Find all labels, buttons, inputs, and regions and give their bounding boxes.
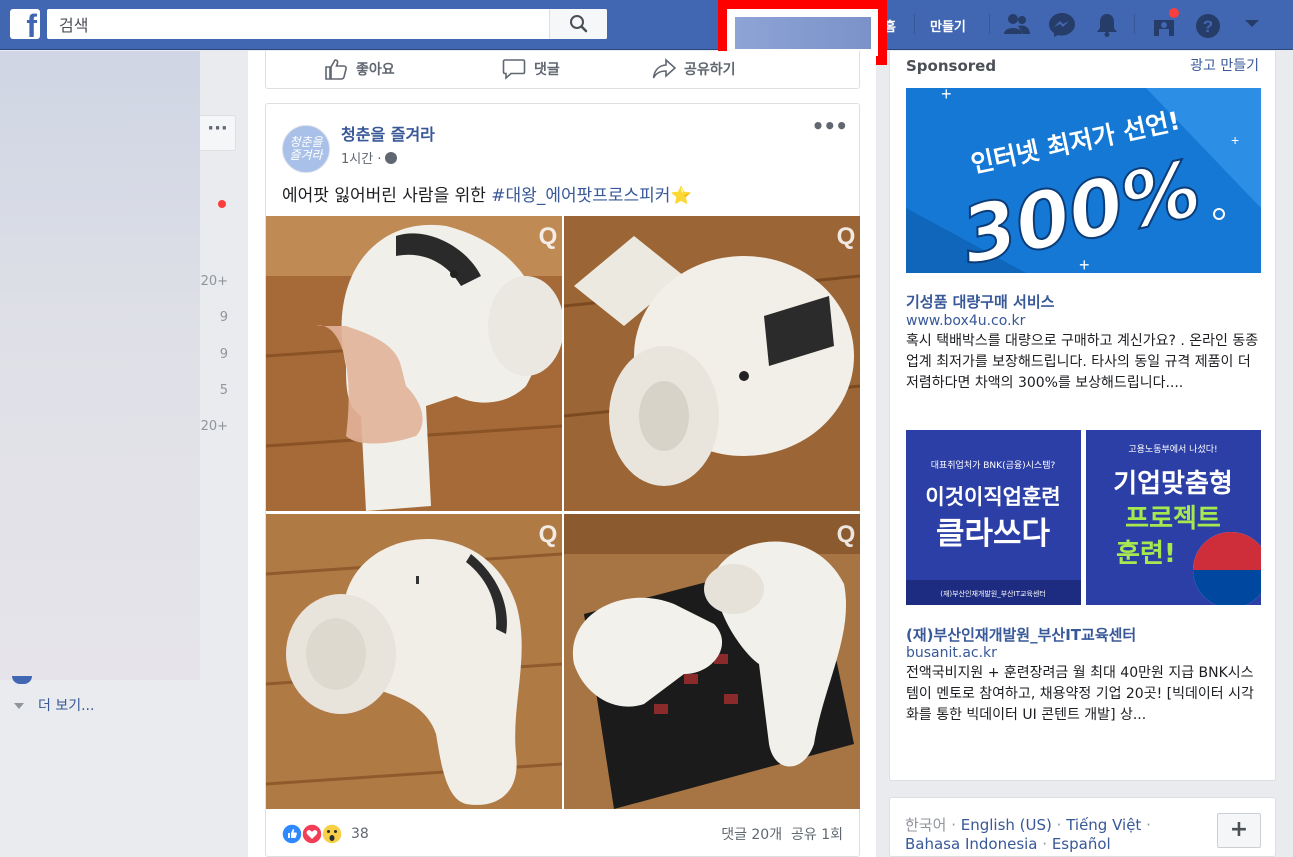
public-globe-icon xyxy=(385,152,398,164)
sponsored-sidebar: Sponsored 광고 만들기 + + + 인터넷 최저가 선언! 300% … xyxy=(889,51,1276,781)
sponsored-heading: Sponsored xyxy=(906,57,997,75)
current-language: 한국어 xyxy=(905,816,947,834)
left-nav-unread-dot xyxy=(218,200,226,208)
ad2a-bottom-text: (재)부산인재개발원_부산IT교육센터 xyxy=(940,589,1045,598)
post-hashtag-link[interactable]: #대왕_에어팟프로스피커 xyxy=(491,186,670,206)
nav-divider xyxy=(1134,14,1135,34)
search-input[interactable]: 검색 xyxy=(47,9,607,39)
ad2b-line3: 훈련! xyxy=(1116,539,1176,569)
messenger-icon[interactable] xyxy=(1048,12,1076,38)
like-button[interactable]: 좋아요 xyxy=(324,51,395,87)
ad2a-top-text: 대표취업처가 BNK(금융)시스템? xyxy=(931,459,1056,471)
language-line-1: 한국어 · English (US) · Tiếng Việt · xyxy=(905,816,1151,834)
ad1-image[interactable]: + + + 인터넷 최저가 선언! 300% xyxy=(906,88,1261,273)
ad2-description[interactable]: 전액국비지원 + 훈련장려금 월 최대 40만원 지급 BNK시스템이 멘토로 … xyxy=(906,663,1263,726)
star-emoji: ⭐ xyxy=(670,186,692,206)
svg-text:+: + xyxy=(1231,132,1239,148)
friend-requests-icon[interactable] xyxy=(1003,12,1031,36)
like-label: 좋아요 xyxy=(356,62,395,78)
svg-text:Q: Q xyxy=(539,223,558,250)
ad2b-top-text: 고용노동부에서 나섰다! xyxy=(1128,444,1217,455)
reaction-icons xyxy=(282,823,343,845)
left-nav-more-options-button[interactable]: ··· xyxy=(200,115,236,151)
left-nav-count: 9 xyxy=(219,347,228,362)
left-nav-count: 20+ xyxy=(200,274,228,289)
post-body-text: 에어팟 잃어버린 사람을 위한 #대왕_에어팟프로스피커⭐ xyxy=(282,181,692,206)
post-page-name-link[interactable]: 청춘을 즐겨라 xyxy=(341,121,435,145)
reaction-count: 38 xyxy=(351,826,369,842)
post-photo-4[interactable]: Q xyxy=(564,514,860,809)
svg-text:Q: Q xyxy=(837,521,856,548)
left-nav-count: 9 xyxy=(219,310,228,325)
nav-divider xyxy=(914,14,915,34)
language-selector-box: 한국어 · English (US) · Tiếng Việt · Bahasa… xyxy=(889,797,1276,857)
comments-count-link[interactable]: 댓글 20개 xyxy=(721,827,782,843)
language-link-spanish[interactable]: Español xyxy=(1052,835,1111,853)
top-navigation-bar: f 검색 홈 만들기 ? xyxy=(0,0,1293,50)
post-options-button[interactable]: ••• xyxy=(812,114,848,138)
ad2a-line2: 클라쓰다 xyxy=(936,516,1051,552)
post-timestamp[interactable]: 1시간 · xyxy=(341,148,398,167)
post-time-text: 1시간 · xyxy=(341,152,382,167)
page-avatar[interactable]: 청춘을 즐겨라 xyxy=(282,125,330,173)
language-line-2: Bahasa Indonesia · Español xyxy=(905,835,1111,853)
nav-create-link[interactable]: 만들기 xyxy=(930,16,966,35)
post-reactions-summary[interactable]: 38 xyxy=(282,823,369,845)
left-nav-see-more-link[interactable]: 더 보기... xyxy=(14,695,94,715)
comment-bubble-icon xyxy=(502,59,526,80)
svg-text:Q: Q xyxy=(539,521,558,548)
left-nav-count: 5 xyxy=(219,383,228,398)
ad2-title-link[interactable]: (재)부산인재개발원_부산IT교육센터 xyxy=(906,624,1136,645)
see-more-label: 더 보기... xyxy=(38,698,95,714)
left-nav-item-icon xyxy=(12,676,32,684)
ad2b-line2: 프로젝트 xyxy=(1125,504,1221,534)
help-question-icon[interactable]: ? xyxy=(1194,12,1222,40)
add-language-button[interactable]: + xyxy=(1217,813,1261,848)
left-nav-count: 20+ xyxy=(200,419,228,434)
share-label: 공유하기 xyxy=(684,62,736,78)
language-link-indonesian[interactable]: Bahasa Indonesia xyxy=(905,835,1038,853)
caret-down-icon xyxy=(14,703,24,709)
ad1-description[interactable]: 혹시 택배박스를 대량으로 구매하고 계신가요? . 온라인 동종업계 최저가를… xyxy=(906,331,1263,394)
ad2-image-b[interactable]: 고용노동부에서 나섰다! 기업맞춤형 프로젝트 훈련! xyxy=(1086,430,1261,605)
post-photo-3[interactable]: Q xyxy=(266,514,562,809)
ad2-url-link[interactable]: busanit.ac.kr xyxy=(906,645,997,661)
share-arrow-icon xyxy=(652,58,676,79)
svg-text:+: + xyxy=(941,88,952,104)
svg-text:?: ? xyxy=(1203,17,1213,36)
account-menu-chevron-down-icon[interactable] xyxy=(1244,19,1260,29)
avatar-text: 청춘을 즐겨라 xyxy=(289,135,323,162)
language-link-english[interactable]: English (US) xyxy=(961,816,1052,834)
share-button[interactable]: 공유하기 xyxy=(652,51,736,87)
post-photo-1[interactable]: Q xyxy=(266,216,562,511)
previous-post-action-bar: 좋아요 댓글 공유하기 xyxy=(265,51,860,89)
comment-label: 댓글 xyxy=(534,62,560,78)
redacted-profile-name[interactable] xyxy=(735,17,871,49)
notifications-bell-icon[interactable] xyxy=(1094,12,1120,38)
search-icon xyxy=(570,15,588,33)
thumbs-up-icon xyxy=(325,59,347,80)
notification-badge xyxy=(1167,6,1181,20)
create-ad-link[interactable]: 광고 만들기 xyxy=(1190,55,1259,75)
ad1-title-link[interactable]: 기성품 대량구매 서비스 xyxy=(906,291,1054,312)
comment-button[interactable]: 댓글 xyxy=(502,51,560,87)
ad2b-line1: 기업맞춤형 xyxy=(1113,469,1233,499)
post-text-prefix: 에어팟 잃어버린 사람을 위한 xyxy=(282,186,492,206)
facebook-logo-icon[interactable]: f xyxy=(10,9,40,39)
ad2a-line1: 이것이직업훈련 xyxy=(925,485,1060,509)
search-placeholder: 검색 xyxy=(59,16,89,35)
ad1-url-link[interactable]: www.box4u.co.kr xyxy=(906,313,1025,329)
search-button[interactable] xyxy=(549,9,607,39)
shares-count-link[interactable]: 공유 1회 xyxy=(791,827,843,843)
left-navigation-blurred xyxy=(0,51,200,680)
svg-text:Q: Q xyxy=(837,223,856,250)
post-photo-2[interactable]: Q xyxy=(564,216,860,511)
feed-post: 청춘을 즐겨라 청춘을 즐겨라 1시간 · ••• 에어팟 잃어버린 사람을 위… xyxy=(265,103,860,857)
post-stats: 댓글 20개 공유 1회 xyxy=(721,824,843,844)
language-link-vietnamese[interactable]: Tiếng Việt xyxy=(1066,816,1141,834)
nav-divider xyxy=(989,14,990,34)
ad2-image-a[interactable]: 대표취업처가 BNK(금융)시스템? 이것이직업훈련 클라쓰다 (재)부산인재개… xyxy=(906,430,1081,605)
